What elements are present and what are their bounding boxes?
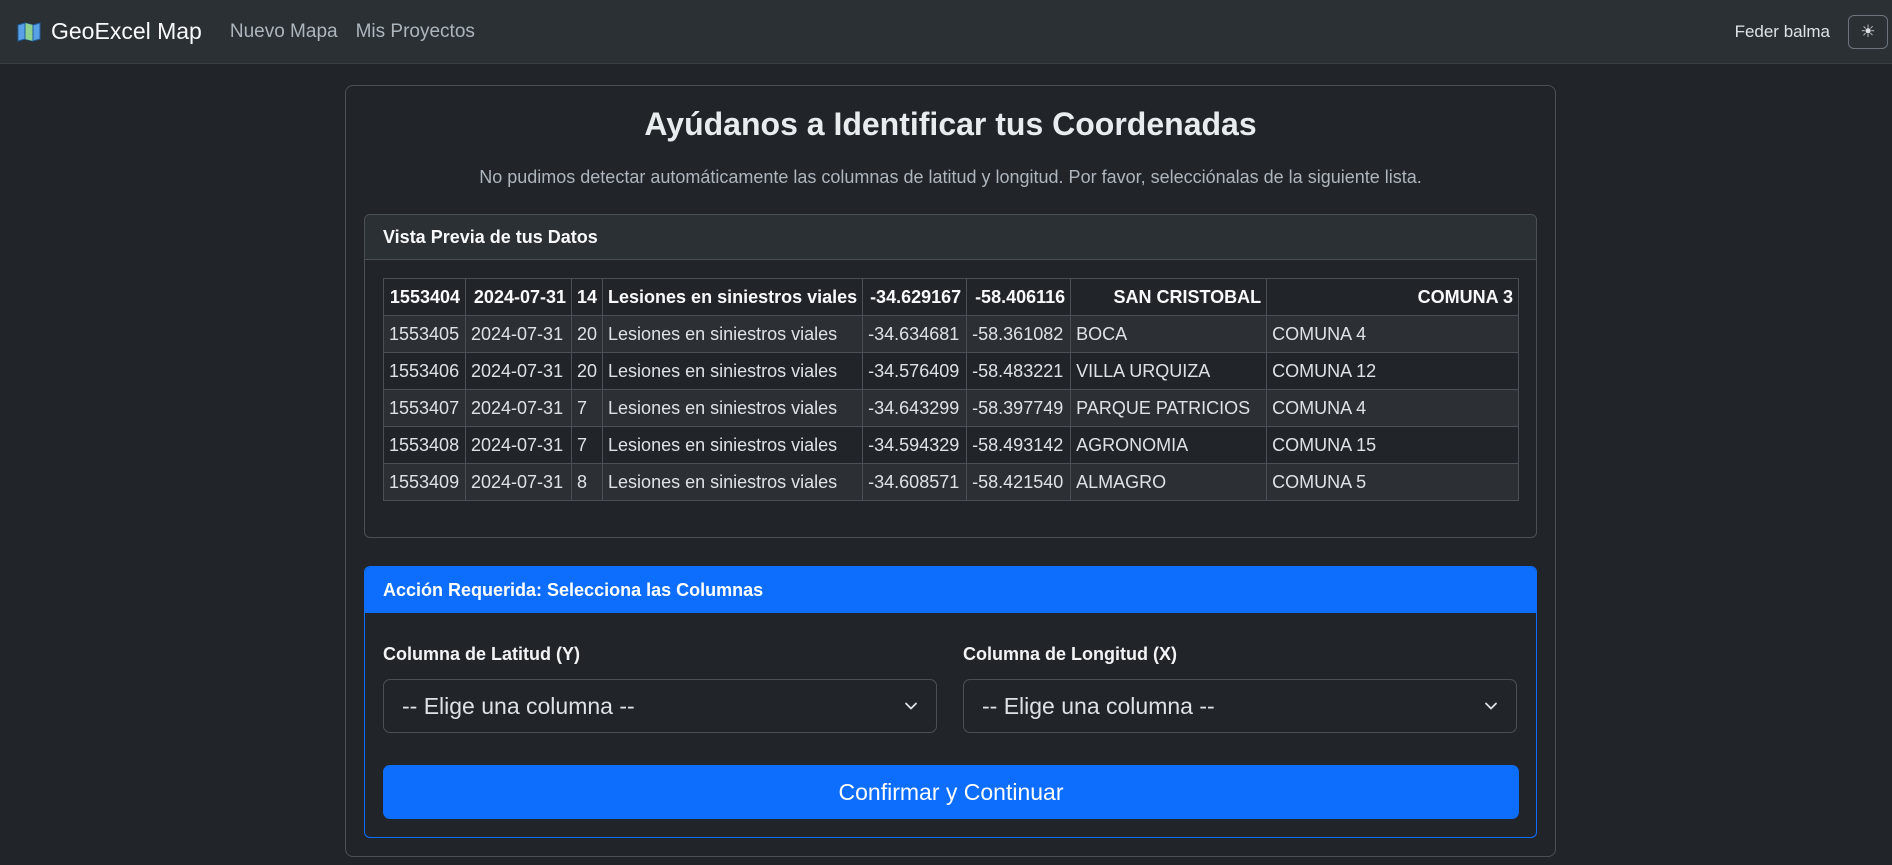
- table-cell: -58.483221: [966, 352, 1072, 390]
- latitude-label: Columna de Latitud (Y): [383, 644, 580, 664]
- longitude-field: Columna de Longitud (X) -- Elige una col…: [963, 644, 1517, 733]
- page-title: Ayúdanos a Identificar tus Coordenadas: [644, 106, 1257, 142]
- latitude-select-value: -- Elige una columna --: [402, 692, 635, 719]
- page-subtitle: No pudimos detectar automáticamente las …: [479, 167, 1422, 187]
- table-cell: 7: [570, 426, 604, 464]
- column-header: 1553404: [383, 278, 466, 316]
- preview-table: 1553404 2024-07-31 14 Lesiones en sinies…: [383, 278, 1519, 501]
- user-name[interactable]: Feder balma: [1735, 22, 1830, 42]
- table-row: 1553408 2024-07-31 7 Lesiones en siniest…: [383, 426, 1519, 464]
- table-cell: -34.576409: [862, 352, 968, 390]
- column-header: 14: [570, 278, 604, 316]
- table-cell: VILLA URQUIZA: [1070, 352, 1268, 390]
- longitude-select-value: -- Elige una columna --: [982, 692, 1215, 719]
- table-cell: 2024-07-31: [465, 389, 572, 427]
- nav-link-nuevo-mapa[interactable]: Nuevo Mapa: [230, 21, 338, 43]
- latitude-select[interactable]: -- Elige una columna --: [383, 679, 937, 733]
- sun-icon: ☀: [1860, 22, 1876, 41]
- table-cell: 7: [570, 389, 604, 427]
- main-card: Ayúdanos a Identificar tus Coordenadas N…: [345, 85, 1556, 857]
- table-cell: COMUNA 4: [1266, 389, 1519, 427]
- table-cell: BOCA: [1070, 315, 1268, 353]
- table-cell: Lesiones en siniestros viales: [602, 426, 864, 464]
- column-header: -34.629167: [862, 278, 968, 316]
- column-header: COMUNA 3: [1266, 278, 1519, 316]
- table-cell: ALMAGRO: [1070, 463, 1268, 501]
- table-cell: 2024-07-31: [465, 426, 572, 464]
- table-cell: 8: [570, 463, 604, 501]
- action-card: Acción Requerida: Selecciona las Columna…: [364, 566, 1537, 838]
- latitude-field: Columna de Latitud (Y) -- Elige una colu…: [383, 644, 937, 733]
- brand-link[interactable]: GeoExcel Map: [17, 18, 202, 45]
- table-row: 1553406 2024-07-31 20 Lesiones en sinies…: [383, 352, 1519, 390]
- table-row: 1553409 2024-07-31 8 Lesiones en siniest…: [383, 463, 1519, 501]
- table-cell: 20: [570, 352, 604, 390]
- brand-name: GeoExcel Map: [51, 18, 202, 44]
- table-row: 1553407 2024-07-31 7 Lesiones en siniest…: [383, 389, 1519, 427]
- table-cell: 1553406: [383, 352, 466, 390]
- table-cell: COMUNA 12: [1266, 352, 1519, 390]
- map-icon: [17, 21, 41, 42]
- table-cell: -34.608571: [862, 463, 968, 501]
- table-cell: 1553409: [383, 463, 466, 501]
- table-cell: -34.594329: [862, 426, 968, 464]
- longitude-select[interactable]: -- Elige una columna --: [963, 679, 1517, 733]
- table-header-row: 1553404 2024-07-31 14 Lesiones en sinies…: [383, 278, 1519, 316]
- column-header: -58.406116: [966, 278, 1072, 316]
- nav-link-mis-proyectos[interactable]: Mis Proyectos: [356, 21, 475, 43]
- table-cell: -58.361082: [966, 315, 1072, 353]
- table-cell: Lesiones en siniestros viales: [602, 352, 864, 390]
- theme-toggle-button[interactable]: ☀: [1848, 15, 1888, 49]
- table-cell: PARQUE PATRICIOS: [1070, 389, 1268, 427]
- table-cell: 20: [570, 315, 604, 353]
- chevron-down-icon: [905, 702, 917, 710]
- table-cell: 2024-07-31: [465, 315, 572, 353]
- preview-header: Vista Previa de tus Datos: [365, 215, 1536, 260]
- table-cell: -58.421540: [966, 463, 1072, 501]
- table-cell: -34.634681: [862, 315, 968, 353]
- table-cell: 1553408: [383, 426, 466, 464]
- table-cell: 1553407: [383, 389, 466, 427]
- preview-body: 1553404 2024-07-31 14 Lesiones en sinies…: [365, 260, 1536, 501]
- table-cell: -58.493142: [966, 426, 1072, 464]
- table-row: 1553405 2024-07-31 20 Lesiones en sinies…: [383, 315, 1519, 353]
- table-cell: 2024-07-31: [465, 463, 572, 501]
- navbar: GeoExcel Map Nuevo Mapa Mis Proyectos Fe…: [0, 0, 1892, 64]
- table-cell: COMUNA 4: [1266, 315, 1519, 353]
- table-cell: AGRONOMIA: [1070, 426, 1268, 464]
- chevron-down-icon: [1485, 702, 1497, 710]
- column-header: Lesiones en siniestros viales: [602, 278, 864, 316]
- confirm-button[interactable]: Confirmar y Continuar: [383, 765, 1519, 819]
- column-header: SAN CRISTOBAL: [1070, 278, 1268, 316]
- table-cell: Lesiones en siniestros viales: [602, 315, 864, 353]
- navbar-right: Feder balma ☀: [1735, 0, 1888, 64]
- table-cell: Lesiones en siniestros viales: [602, 463, 864, 501]
- action-header: Acción Requerida: Selecciona las Columna…: [365, 567, 1536, 613]
- preview-card: Vista Previa de tus Datos 1553404 2024-0…: [364, 214, 1537, 538]
- table-cell: COMUNA 15: [1266, 426, 1519, 464]
- table-cell: COMUNA 5: [1266, 463, 1519, 501]
- table-cell: Lesiones en siniestros viales: [602, 389, 864, 427]
- table-cell: 1553405: [383, 315, 466, 353]
- longitude-label: Columna de Longitud (X): [963, 644, 1177, 664]
- table-cell: -34.643299: [862, 389, 968, 427]
- column-header: 2024-07-31: [465, 278, 572, 316]
- table-cell: -58.397749: [966, 389, 1072, 427]
- table-cell: 2024-07-31: [465, 352, 572, 390]
